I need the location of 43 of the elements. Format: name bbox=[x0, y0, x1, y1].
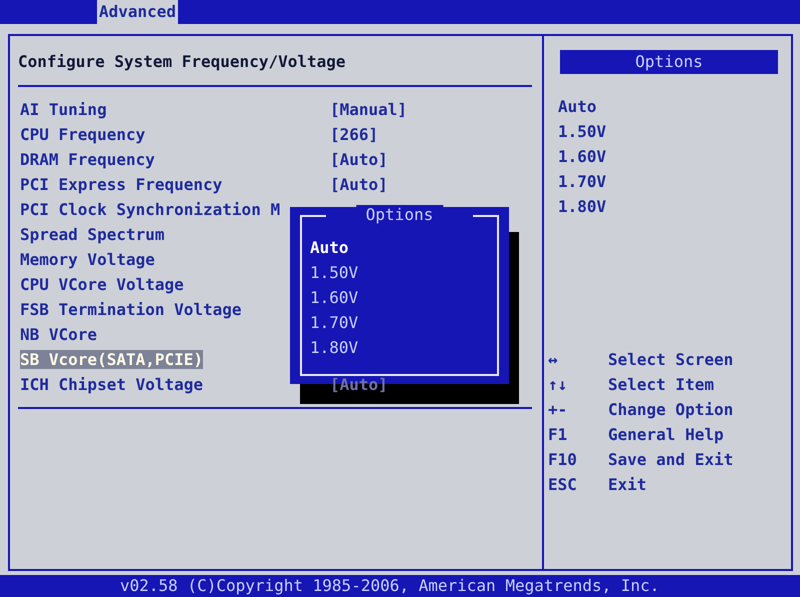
setting-label[interactable]: DRAM Frequency bbox=[20, 150, 155, 169]
page-title: Configure System Frequency/Voltage bbox=[18, 52, 532, 87]
popup-option[interactable]: 1.80V bbox=[302, 335, 497, 360]
option-text: Auto bbox=[557, 96, 598, 118]
setting-label[interactable]: NB VCore bbox=[20, 325, 98, 344]
setting-value[interactable]: [266] bbox=[330, 125, 378, 144]
option-text: 1.60V bbox=[557, 146, 608, 168]
setting-label[interactable]: CPU VCore Voltage bbox=[20, 275, 184, 294]
setting-value[interactable]: [Auto] bbox=[330, 175, 388, 194]
popup-option[interactable]: 1.70V bbox=[302, 310, 497, 335]
option-text: 1.50V bbox=[557, 121, 608, 143]
setting-label[interactable]: Memory Voltage bbox=[20, 250, 155, 269]
key-action: Change Option bbox=[608, 400, 734, 419]
setting-label[interactable]: Spread Spectrum bbox=[20, 225, 164, 244]
key-action: Exit bbox=[608, 475, 647, 494]
setting-label[interactable]: AI Tuning bbox=[20, 100, 107, 119]
menu-tab[interactable]: Advanced bbox=[97, 0, 178, 24]
setting-label[interactable]: SB Vcore(SATA,PCIE) bbox=[20, 350, 204, 369]
option-text: 1.70V bbox=[557, 171, 608, 193]
popup-option[interactable]: 1.50V bbox=[302, 260, 497, 285]
popup-option[interactable]: Auto bbox=[302, 235, 497, 260]
key-label: ESC bbox=[548, 475, 578, 494]
setting-value[interactable]: [Auto] bbox=[330, 150, 388, 169]
key-label: ↔ bbox=[548, 350, 559, 369]
setting-label[interactable]: FSB Termination Voltage bbox=[20, 300, 242, 319]
key-label: ↑↓ bbox=[548, 375, 568, 394]
key-action: Select Item bbox=[608, 375, 714, 394]
setting-label[interactable]: CPU Frequency bbox=[20, 125, 146, 144]
popup-option[interactable]: 1.60V bbox=[302, 285, 497, 310]
key-label: F1 bbox=[548, 425, 568, 444]
key-action: General Help bbox=[608, 425, 724, 444]
key-action: Select Screen bbox=[608, 350, 734, 369]
setting-value[interactable]: [Manual] bbox=[330, 100, 408, 119]
popup-title: Options bbox=[356, 205, 444, 224]
option-text: 1.80V bbox=[557, 196, 608, 218]
key-label: +- bbox=[548, 400, 568, 419]
options-header: Options bbox=[560, 50, 778, 74]
setting-label[interactable]: PCI Express Frequency bbox=[20, 175, 222, 194]
copyright-footer: v02.58 (C)Copyright 1985-2006, American Megatrends, Inc. bbox=[0, 575, 800, 597]
setting-label[interactable]: ICH Chipset Voltage bbox=[20, 375, 204, 394]
key-label: F10 bbox=[548, 450, 578, 469]
setting-label[interactable]: PCI Clock Synchronization M bbox=[20, 200, 280, 219]
key-action: Save and Exit bbox=[608, 450, 734, 469]
